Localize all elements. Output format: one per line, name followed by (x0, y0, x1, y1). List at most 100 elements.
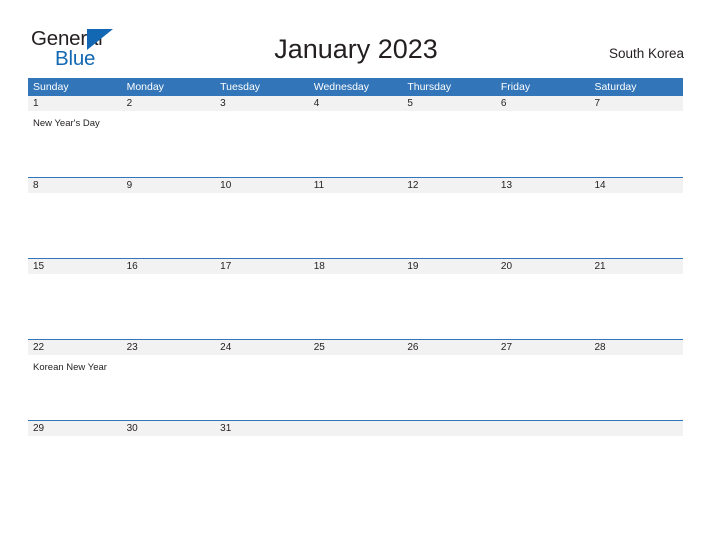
day-number-empty (402, 421, 496, 436)
day-number[interactable]: 25 (309, 340, 403, 355)
day-cell[interactable] (589, 111, 683, 175)
day-cell[interactable] (122, 274, 216, 338)
day-cell[interactable] (496, 355, 590, 419)
day-cell[interactable] (496, 193, 590, 257)
day-number[interactable]: 30 (122, 421, 216, 436)
day-number[interactable]: 29 (28, 421, 122, 436)
week-date-band: 1 2 3 4 5 6 7 (28, 96, 683, 111)
week-row: 8 9 10 11 12 13 14 (28, 177, 683, 258)
week-date-band: 8 9 10 11 12 13 14 (28, 178, 683, 193)
event-label: New Year's Day (33, 118, 100, 129)
day-cell[interactable] (589, 355, 683, 419)
day-number[interactable]: 2 (122, 96, 216, 111)
page-header: General Blue January 2023 South Korea (0, 0, 712, 78)
day-cell[interactable] (309, 274, 403, 338)
day-cell[interactable]: Korean New Year (28, 355, 122, 419)
day-cell[interactable] (309, 111, 403, 175)
day-cell[interactable] (309, 193, 403, 257)
day-number[interactable]: 15 (28, 259, 122, 274)
day-number[interactable]: 22 (28, 340, 122, 355)
week-row: 15 16 17 18 19 20 21 (28, 258, 683, 339)
day-number[interactable]: 14 (589, 178, 683, 193)
weekday-header-row: Sunday Monday Tuesday Wednesday Thursday… (28, 78, 683, 96)
day-number[interactable]: 16 (122, 259, 216, 274)
week-event-band: Korean New Year (28, 355, 683, 419)
day-cell[interactable] (402, 193, 496, 257)
day-cell[interactable] (309, 355, 403, 419)
day-number[interactable]: 13 (496, 178, 590, 193)
weekday-header-thursday: Thursday (407, 81, 452, 93)
day-number[interactable]: 18 (309, 259, 403, 274)
day-cell[interactable] (215, 436, 309, 500)
day-cell[interactable] (589, 274, 683, 338)
day-cell-empty (402, 436, 496, 500)
weekday-header-saturday: Saturday (594, 81, 637, 93)
day-cell[interactable] (122, 355, 216, 419)
day-number[interactable]: 5 (402, 96, 496, 111)
day-cell[interactable] (215, 355, 309, 419)
day-cell-empty (309, 436, 403, 500)
day-number[interactable]: 19 (402, 259, 496, 274)
day-cell[interactable] (402, 111, 496, 175)
day-cell[interactable] (496, 111, 590, 175)
region-label: South Korea (608, 46, 684, 61)
day-cell[interactable] (122, 193, 216, 257)
day-cell[interactable]: New Year's Day (28, 111, 122, 175)
day-number[interactable]: 27 (496, 340, 590, 355)
week-date-band: 15 16 17 18 19 20 21 (28, 259, 683, 274)
day-number-empty (496, 421, 590, 436)
calendar-page: General Blue January 2023 South Korea Su… (0, 0, 712, 550)
weekday-header-friday: Friday (500, 81, 531, 93)
week-event-band: New Year's Day (28, 111, 683, 175)
week-row: 1 2 3 4 5 6 7 New Year's Day (28, 96, 683, 177)
day-cell[interactable] (402, 355, 496, 419)
day-cell[interactable] (28, 436, 122, 500)
day-cell[interactable] (28, 193, 122, 257)
day-number[interactable]: 4 (309, 96, 403, 111)
day-number[interactable]: 23 (122, 340, 216, 355)
week-date-band: 29 30 31 (28, 421, 683, 436)
day-number[interactable]: 24 (215, 340, 309, 355)
event-label: Korean New Year (33, 362, 107, 373)
day-cell[interactable] (215, 111, 309, 175)
day-number[interactable]: 17 (215, 259, 309, 274)
day-cell[interactable] (496, 274, 590, 338)
day-number[interactable]: 21 (589, 259, 683, 274)
day-number[interactable]: 8 (28, 178, 122, 193)
week-row: 22 23 24 25 26 27 28 Korean New Year (28, 339, 683, 420)
day-cell[interactable] (215, 274, 309, 338)
week-event-band (28, 193, 683, 257)
day-cell[interactable] (402, 274, 496, 338)
day-cell-empty (496, 436, 590, 500)
weekday-header-monday: Monday (126, 81, 164, 93)
day-number[interactable]: 1 (28, 96, 122, 111)
day-number[interactable]: 12 (402, 178, 496, 193)
day-number[interactable]: 3 (215, 96, 309, 111)
page-title: January 2023 (274, 34, 438, 64)
weekday-header-wednesday: Wednesday (313, 81, 369, 93)
day-cell-empty (589, 436, 683, 500)
day-number[interactable]: 26 (402, 340, 496, 355)
weekday-header-tuesday: Tuesday (220, 81, 261, 93)
day-number[interactable]: 28 (589, 340, 683, 355)
day-cell[interactable] (215, 193, 309, 257)
day-number[interactable]: 9 (122, 178, 216, 193)
day-number[interactable]: 10 (215, 178, 309, 193)
day-cell[interactable] (589, 193, 683, 257)
week-date-band: 22 23 24 25 26 27 28 (28, 340, 683, 355)
week-event-band (28, 274, 683, 338)
calendar-grid: Sunday Monday Tuesday Wednesday Thursday… (28, 78, 683, 501)
weekday-header-sunday: Sunday (33, 81, 69, 93)
day-cell[interactable] (122, 436, 216, 500)
day-cell[interactable] (122, 111, 216, 175)
day-number[interactable]: 11 (309, 178, 403, 193)
week-event-band (28, 436, 683, 500)
day-number[interactable]: 20 (496, 259, 590, 274)
day-number-empty (309, 421, 403, 436)
week-row: 29 30 31 (28, 420, 683, 501)
day-number-empty (589, 421, 683, 436)
day-number[interactable]: 31 (215, 421, 309, 436)
day-number[interactable]: 7 (589, 96, 683, 111)
day-number[interactable]: 6 (496, 96, 590, 111)
day-cell[interactable] (28, 274, 122, 338)
